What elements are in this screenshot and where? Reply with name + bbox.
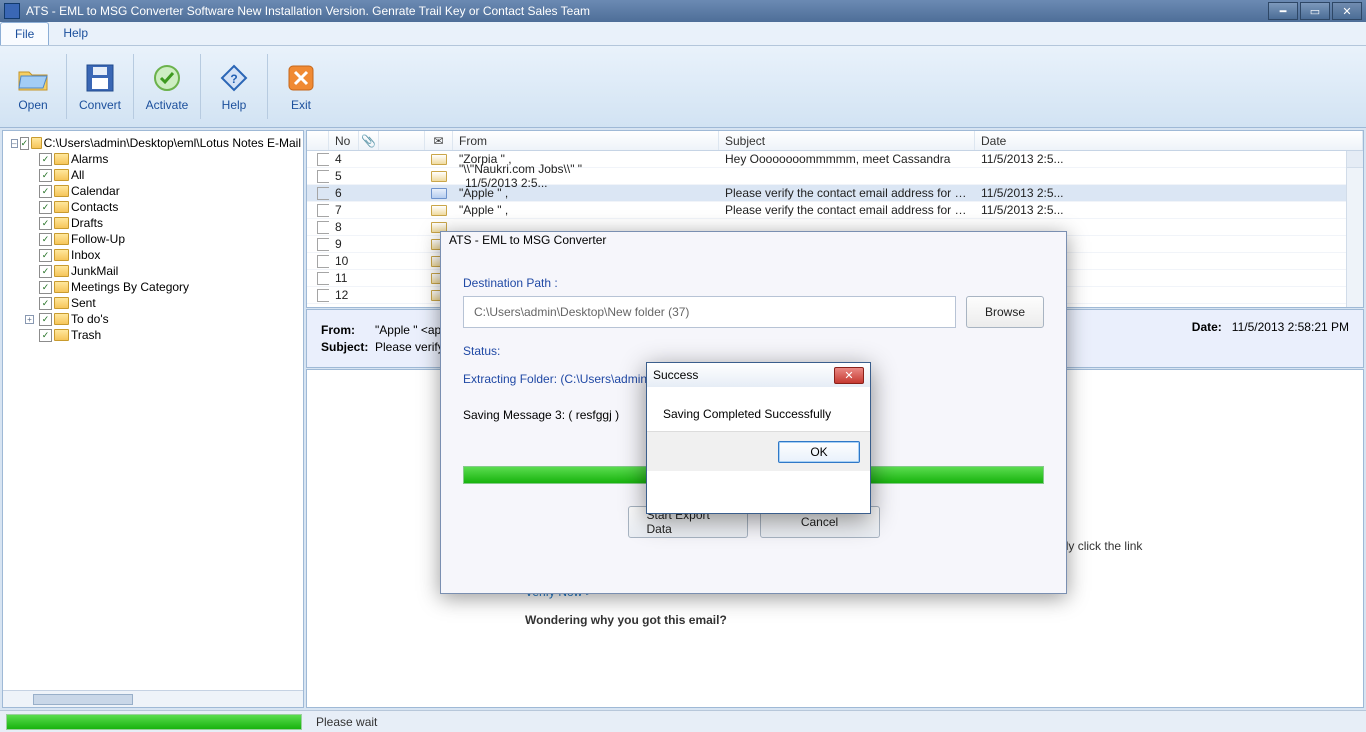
floppy-icon [84,62,116,94]
envelope-icon [431,188,447,199]
grid-header: No 📎 ✉ From Subject Date [307,131,1363,151]
envelope-column-icon[interactable]: ✉ [425,131,453,150]
checkbox[interactable]: ✓ [39,265,52,278]
vertical-scrollbar[interactable] [1346,151,1363,307]
folder-icon [31,137,41,149]
tree-item[interactable]: ✓Inbox [5,247,301,263]
msgbox-close-button[interactable]: ✕ [834,367,864,384]
checkbox[interactable]: ✓ [39,281,52,294]
folder-tree[interactable]: – ✓ C:\Users\admin\Desktop\eml\Lotus Not… [2,130,304,708]
envelope-icon [431,205,447,216]
checkbox[interactable]: ✓ [39,329,52,342]
row-checkbox[interactable] [317,272,329,285]
tree-item[interactable]: ✓Follow-Up [5,231,301,247]
checkbox[interactable]: ✓ [39,217,52,230]
folder-icon [54,281,69,293]
browse-button[interactable]: Browse [966,296,1044,328]
checkbox[interactable]: ✓ [39,169,52,182]
exit-button[interactable]: Exit [272,50,330,123]
check-circle-icon [151,62,183,94]
row-checkbox[interactable] [317,238,329,251]
folder-icon [54,249,69,261]
horizontal-scrollbar[interactable] [3,690,303,707]
dialog-title: ATS - EML to MSG Converter [441,232,1066,250]
menu-file[interactable]: File [0,22,49,45]
menu-help[interactable]: Help [49,22,102,45]
success-messagebox: Success ✕ Saving Completed Successfully … [646,362,871,514]
table-row[interactable]: 6"Apple " ,Please verify the contact ema… [307,185,1363,202]
open-button[interactable]: Open [4,50,62,123]
ribbon: Open Convert Activate ? Help Exit [0,46,1366,128]
minimize-button[interactable]: ━ [1268,2,1298,20]
convert-button[interactable]: Convert [71,50,129,123]
row-checkbox[interactable] [317,153,329,166]
row-checkbox[interactable] [317,204,329,217]
folder-icon [54,329,69,341]
expand-icon[interactable]: + [25,315,34,324]
row-checkbox[interactable] [317,170,329,183]
table-row[interactable]: 5"\\"Naukri.com Jobs\\" " 11/5/2013 2:5.… [307,168,1363,185]
status-progress [6,714,302,730]
folder-icon [54,185,69,197]
exit-icon [285,62,317,94]
row-checkbox[interactable] [317,221,329,234]
activate-button[interactable]: Activate [138,50,196,123]
row-checkbox[interactable] [317,187,329,200]
app-icon [4,3,20,19]
close-button[interactable]: ✕ [1332,2,1362,20]
tree-item[interactable]: ✓JunkMail [5,263,301,279]
menubar: File Help [0,22,1366,46]
maximize-button[interactable]: ▭ [1300,2,1330,20]
checkbox[interactable]: ✓ [20,137,30,150]
tree-item[interactable]: ✓Meetings By Category [5,279,301,295]
folder-open-icon [17,62,49,94]
statusbar: Please wait [0,710,1366,732]
folder-icon [54,153,69,165]
folder-icon [54,313,69,325]
envelope-icon [431,171,447,182]
collapse-icon[interactable]: – [11,139,18,148]
folder-icon [54,217,69,229]
msgbox-title: Success [653,368,834,382]
envelope-icon [431,154,447,165]
folder-icon [54,265,69,277]
table-row[interactable]: 7"Apple " ,Please verify the contact ema… [307,202,1363,219]
folder-icon [54,233,69,245]
tree-item[interactable]: ✓Drafts [5,215,301,231]
attachment-column-icon[interactable]: 📎 [359,131,379,150]
checkbox[interactable]: ✓ [39,153,52,166]
checkbox[interactable]: ✓ [39,233,52,246]
destination-path-input[interactable]: C:\Users\admin\Desktop\New folder (37) [463,296,956,328]
checkbox[interactable]: ✓ [39,313,52,326]
tree-item[interactable]: ✓All [5,167,301,183]
row-checkbox[interactable] [317,289,329,302]
tree-item[interactable]: ✓Contacts [5,199,301,215]
titlebar: ATS - EML to MSG Converter Software New … [0,0,1366,22]
tree-item[interactable]: ✓Alarms [5,151,301,167]
svg-text:?: ? [230,72,237,86]
row-checkbox[interactable] [317,255,329,268]
help-button[interactable]: ? Help [205,50,263,123]
ok-button[interactable]: OK [778,441,860,463]
checkbox[interactable]: ✓ [39,297,52,310]
tree-item[interactable]: ✓Calendar [5,183,301,199]
checkbox[interactable]: ✓ [39,185,52,198]
tree-item[interactable]: ✓Sent [5,295,301,311]
checkbox[interactable]: ✓ [39,249,52,262]
folder-icon [54,201,69,213]
tree-item[interactable]: +✓To do's [5,311,301,327]
msgbox-text: Saving Completed Successfully [647,387,870,431]
window-title: ATS - EML to MSG Converter Software New … [26,4,1268,18]
folder-icon [54,169,69,181]
help-icon: ? [218,62,250,94]
tree-root[interactable]: – ✓ C:\Users\admin\Desktop\eml\Lotus Not… [5,135,301,151]
folder-icon [54,297,69,309]
tree-item[interactable]: ✓Trash [5,327,301,343]
checkbox[interactable]: ✓ [39,201,52,214]
